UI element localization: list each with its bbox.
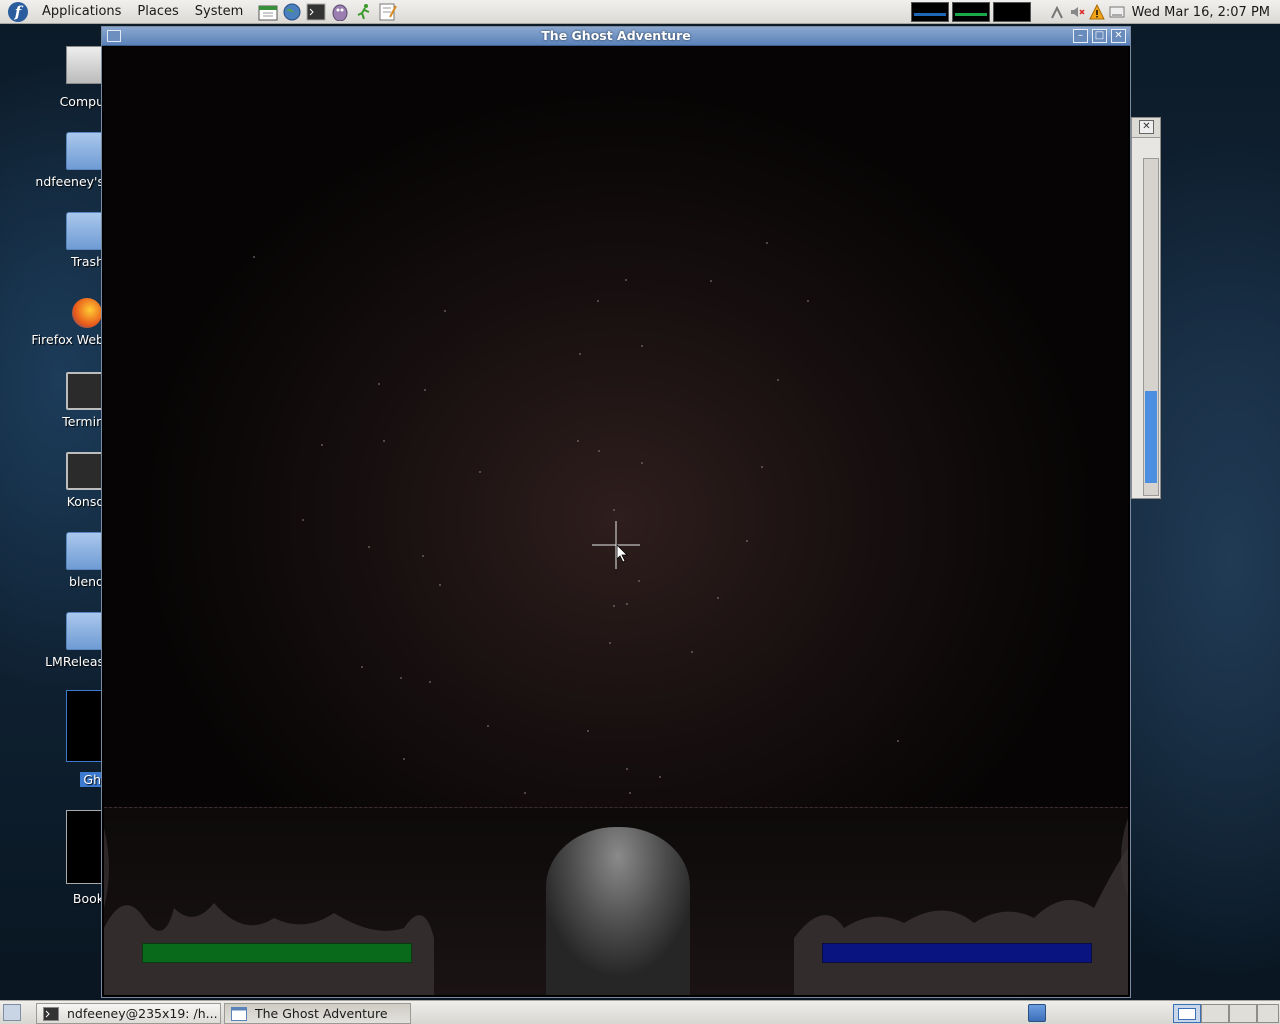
panel-clock[interactable]: Wed Mar 16, 2:07 PM xyxy=(1126,5,1280,20)
game-viewport[interactable] xyxy=(104,47,1128,995)
network-globe-icon[interactable] xyxy=(281,2,303,22)
thumbnail-icon xyxy=(66,690,104,762)
background-window-titlebar[interactable]: ✕ xyxy=(1132,118,1160,138)
calendar-icon[interactable] xyxy=(257,2,279,22)
workspace-3[interactable] xyxy=(992,2,1031,22)
workspace-switcher-3[interactable] xyxy=(1229,1004,1257,1023)
trash-icon xyxy=(66,212,104,250)
konsole-icon xyxy=(66,452,104,490)
menu-places[interactable]: Places xyxy=(129,4,186,19)
ground-area xyxy=(104,807,1128,995)
desktop-icon-label: blend xyxy=(69,574,104,589)
taskbar-item-terminal[interactable]: ndfeeney@235x19: /h... xyxy=(36,1003,221,1024)
desktop-icon-label: Termin xyxy=(62,414,104,429)
mouse-pointer-icon xyxy=(616,544,628,563)
window-title: The Ghost Adventure xyxy=(541,28,691,43)
computer-icon xyxy=(66,46,104,84)
taskbar-item-label: ndfeeney@235x19: /h... xyxy=(67,1006,218,1021)
background-window[interactable]: ✕ xyxy=(1131,117,1161,499)
folder-icon xyxy=(66,612,104,650)
desktop-icon-label: Konso xyxy=(66,494,104,509)
notification-area-icon[interactable] xyxy=(1108,3,1126,21)
pidgin-icon[interactable] xyxy=(329,2,351,22)
show-desktop-icon[interactable] xyxy=(3,1004,21,1021)
desktop-icon-label: Book xyxy=(72,891,104,906)
health-bar xyxy=(142,943,412,963)
top-panel: f Applications Places System Wed Mar 16,… xyxy=(0,0,1280,24)
desktop-icon-label: Trash xyxy=(70,254,104,269)
network-icon[interactable] xyxy=(1048,3,1066,21)
player-weapon xyxy=(546,827,690,995)
terminal-icon[interactable] xyxy=(305,2,327,22)
firefox-icon xyxy=(72,298,102,328)
workspace-1[interactable] xyxy=(910,2,949,22)
text-editor-icon[interactable] xyxy=(377,2,399,22)
thumbnail-icon xyxy=(66,810,104,884)
menu-applications[interactable]: Applications xyxy=(34,4,129,19)
game-window: The Ghost Adventure – □ ✕ xyxy=(101,26,1131,998)
home-folder-icon xyxy=(66,132,104,170)
close-icon[interactable]: ✕ xyxy=(1139,120,1154,134)
bottom-panel: ndfeeney@235x19: /h... The Ghost Adventu… xyxy=(0,1000,1280,1024)
workspace-2[interactable] xyxy=(951,2,990,22)
workspace-1-window-bar xyxy=(913,13,946,16)
scrollbar[interactable] xyxy=(1143,158,1159,496)
launcher-bar xyxy=(257,2,399,22)
desktop-icon-label: LMReleas xyxy=(45,654,104,669)
scrollbar-thumb[interactable] xyxy=(1145,391,1157,483)
window-titlebar[interactable]: The Ghost Adventure – □ ✕ xyxy=(102,27,1130,46)
crosshair-icon xyxy=(592,521,640,569)
window-icon xyxy=(231,1006,247,1021)
taskbar-item-ghost-adventure[interactable]: The Ghost Adventure xyxy=(224,1003,411,1024)
desktop-icon-label: Firefox Web xyxy=(31,332,104,347)
maximize-icon[interactable]: □ xyxy=(1092,29,1107,43)
folder-icon xyxy=(66,532,104,570)
running-man-icon[interactable] xyxy=(353,2,375,22)
mana-bar-fill xyxy=(823,944,1091,962)
workspace-switcher-1[interactable] xyxy=(1173,1004,1201,1023)
menu-system[interactable]: System xyxy=(187,4,251,19)
volume-muted-icon[interactable] xyxy=(1068,3,1086,21)
minimize-icon[interactable]: – xyxy=(1073,29,1088,43)
workspace-window-thumb xyxy=(1178,1008,1196,1020)
close-icon[interactable]: ✕ xyxy=(1111,29,1126,43)
system-tray xyxy=(1048,3,1126,21)
terminal-icon xyxy=(43,1006,59,1021)
desktop-icon-label: ndfeeney's xyxy=(35,174,104,189)
desktop-icon-label: Compu xyxy=(59,94,104,109)
workspace-2-window-bar xyxy=(954,13,987,16)
desktop-icons: Compu ndfeeney's Trash Firefox Web Termi… xyxy=(0,24,104,1000)
workspace-switcher-4[interactable] xyxy=(1257,1004,1279,1023)
terminal-icon xyxy=(66,372,104,410)
warning-icon[interactable] xyxy=(1088,3,1106,21)
fedora-logo-icon[interactable]: f xyxy=(8,1,28,22)
workspace-switcher-2[interactable] xyxy=(1201,1004,1229,1023)
mana-bar xyxy=(822,943,1092,963)
trash-applet-icon[interactable] xyxy=(1028,1004,1046,1022)
health-bar-fill xyxy=(143,944,411,962)
taskbar-item-label: The Ghost Adventure xyxy=(255,1006,388,1021)
